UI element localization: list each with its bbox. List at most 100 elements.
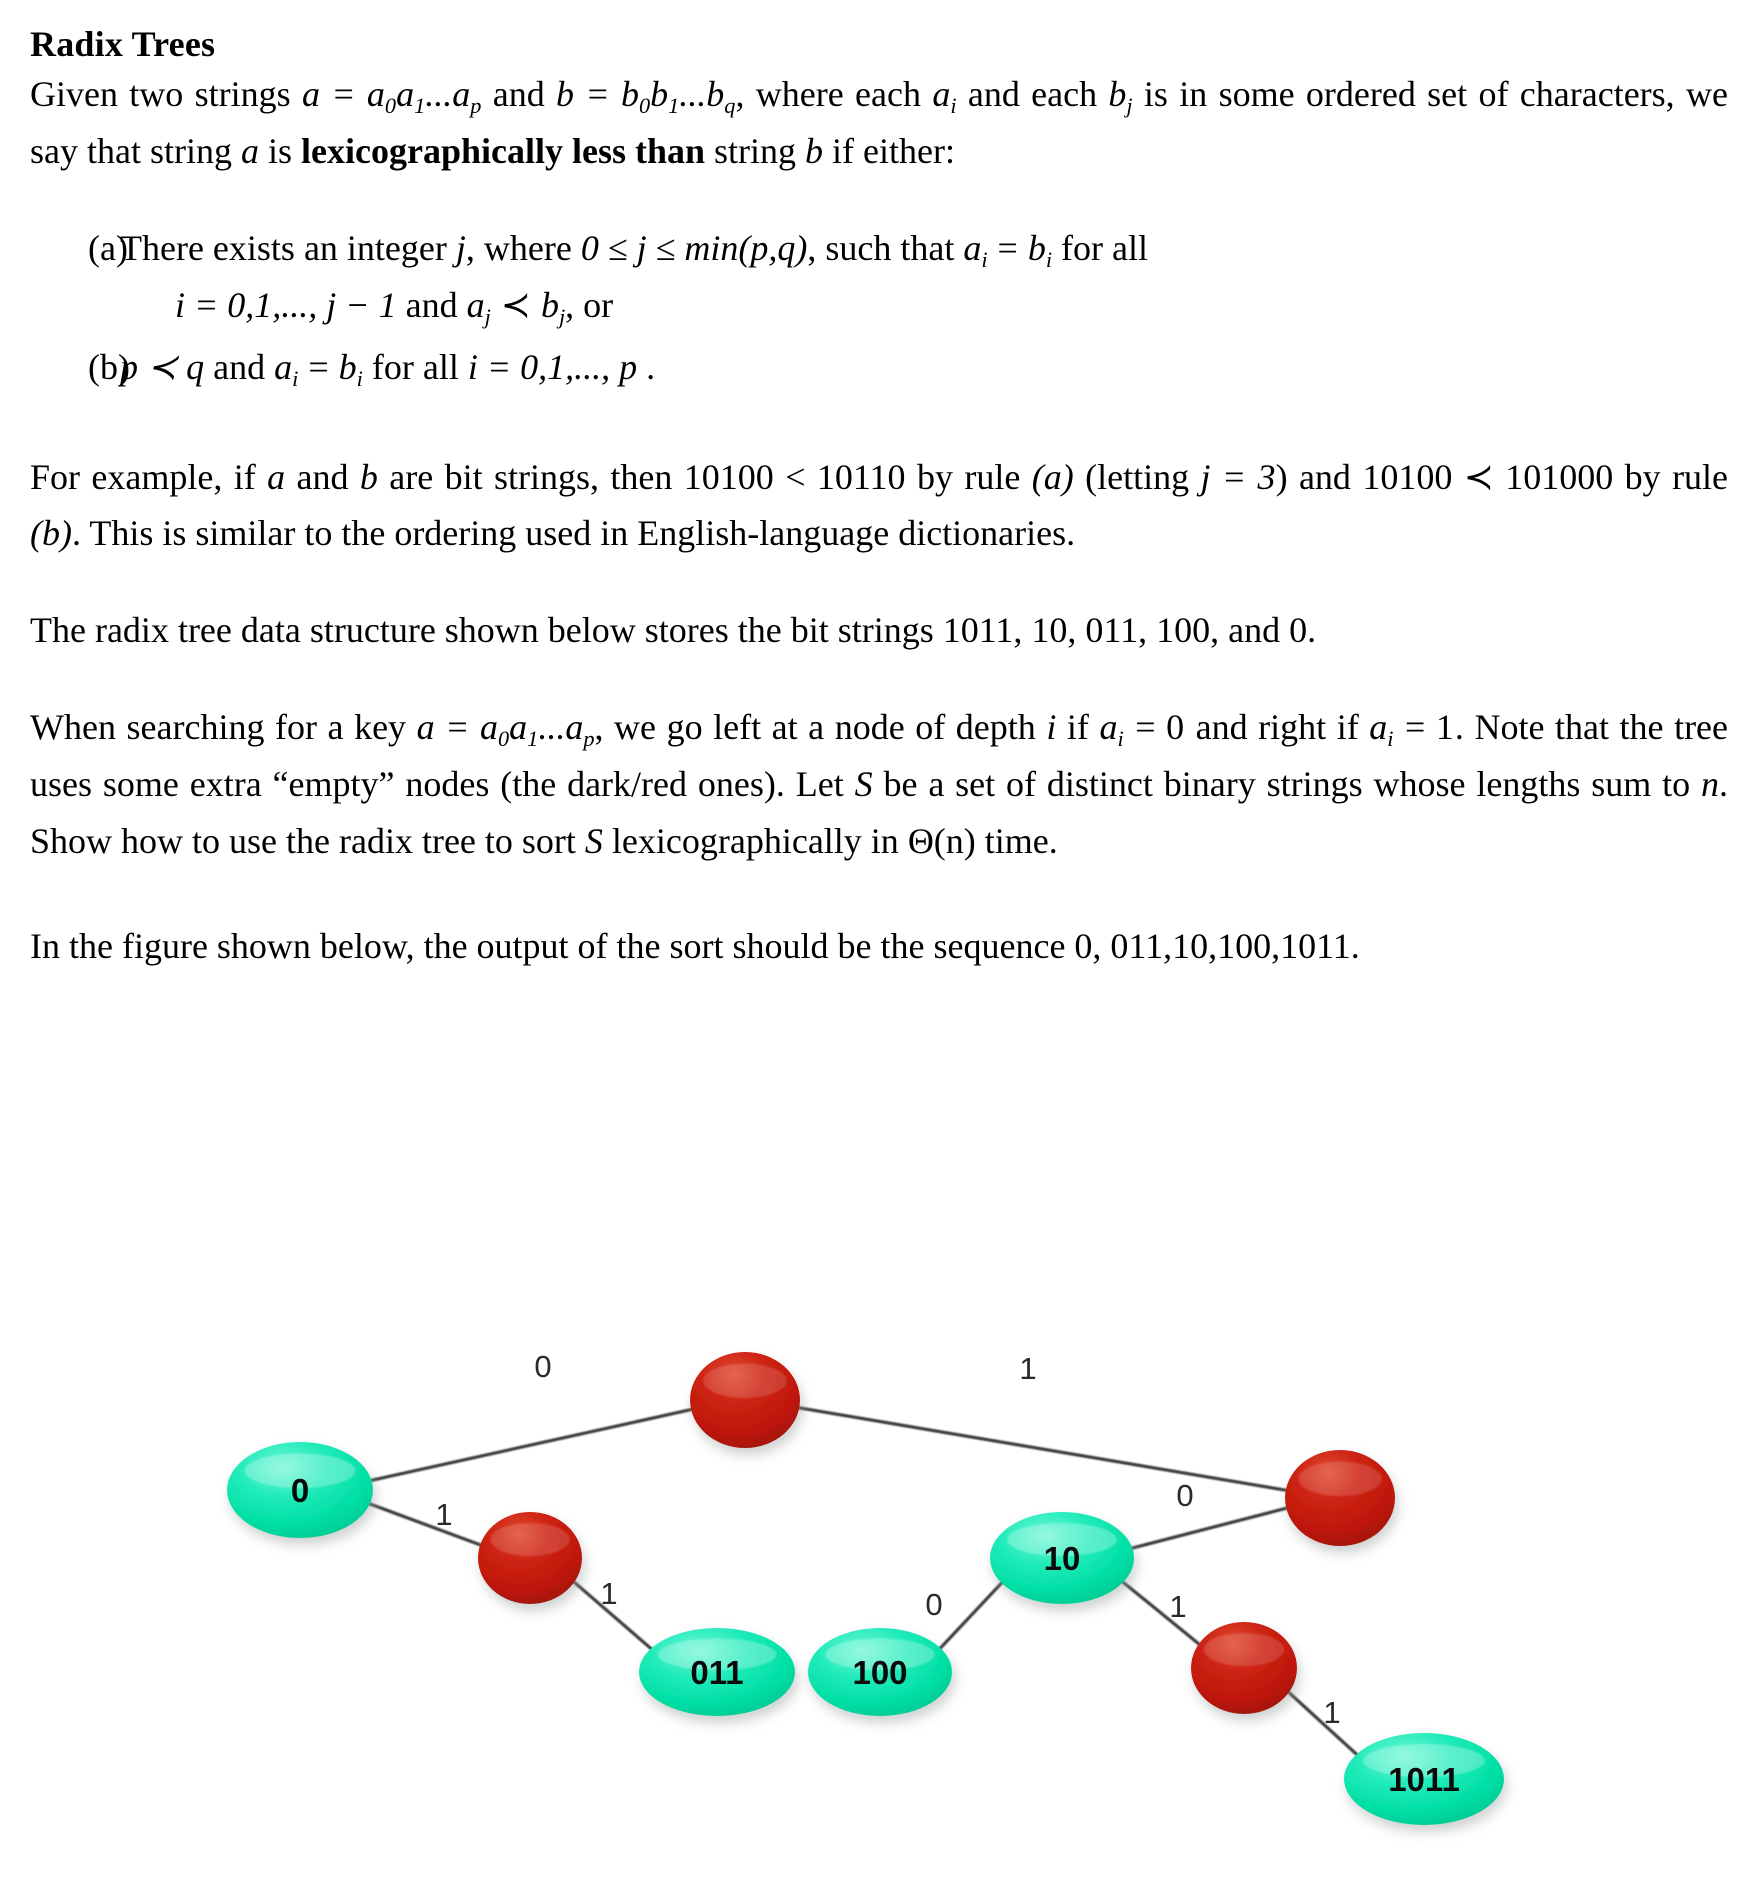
example-var-a: a <box>267 456 286 497</box>
tree-edge-label: 1 <box>1169 1589 1186 1624</box>
eq-a-def: a = a <box>301 74 385 114</box>
search-ai-eq: = 0 <box>1124 707 1185 748</box>
rule-a-text-3: , such that <box>807 227 964 268</box>
rule-b-a: a <box>274 346 293 387</box>
precedes-icon: ≺ <box>491 285 540 326</box>
tree-node-empty[interactable] <box>1285 1450 1395 1546</box>
rule-a-text-2: , where <box>465 227 581 268</box>
rule-b-eq-op: = <box>299 346 338 387</box>
eq-a-dots: ...a <box>425 74 471 114</box>
tree-node-empty[interactable] <box>690 1352 800 1448</box>
example-comparison-1: 10100 < 10110 <box>683 456 906 497</box>
eq-b-dots: ...b <box>679 74 725 114</box>
rule-a-cont-a: a <box>466 285 485 326</box>
search-theta: Θ(n) <box>907 820 976 861</box>
search-text-3: if <box>1056 707 1100 748</box>
eq-a-sub1: 1 <box>414 93 426 119</box>
intro-text-7: string <box>705 130 806 171</box>
rule-a-eq-b: b <box>1027 227 1046 268</box>
rule-item-b: (b) p ≺ q and ai = bi for all i = 0,1,...… <box>30 339 1728 397</box>
intro-text-1: Given two strings <box>30 74 302 114</box>
tree-edge-label: 0 <box>1176 1478 1193 1513</box>
example-paragraph: For example, if a and b are bit strings,… <box>30 449 1728 563</box>
tree-node-label: 0 <box>291 1472 309 1509</box>
eq-b-subq: q <box>724 93 736 119</box>
intro-text-2: and <box>481 74 557 114</box>
tree-node-key[interactable]: 0 <box>227 1442 373 1538</box>
search-text-1: When searching for a key <box>30 707 417 748</box>
rule-item-a: (a) There exists an integer j, where 0 ≤ … <box>30 220 1728 335</box>
radix-tree-figure: 01101011 0 10 011 100 1011 <box>0 1285 1762 1880</box>
stores-paragraph: The radix tree data structure shown belo… <box>30 610 1317 651</box>
intro-text-8: if either: <box>823 130 955 171</box>
search-ai-sub: i <box>1117 726 1124 752</box>
rules-list: (a) There exists an integer j, where 0 ≤ … <box>30 220 1728 397</box>
rule-a-cont-and: and <box>396 285 467 326</box>
example-rule-b: (b) <box>30 513 72 554</box>
example-text-4: by rule <box>905 456 1032 497</box>
node-highlight <box>1203 1633 1285 1667</box>
example-text-7: by rule <box>1613 456 1729 497</box>
node-highlight <box>1298 1461 1382 1497</box>
eq-b-sub1: 1 <box>668 93 680 119</box>
rule-a-var-j: j <box>455 227 466 268</box>
tree-edge <box>1120 1579 1202 1647</box>
radix-tree-svg: 0 1101 0 11 010011 1001011 <box>227 1349 1504 1825</box>
rule-a-eq-a-sub: i <box>981 246 988 272</box>
intro-text-6: is <box>258 130 301 171</box>
example-text-2: and <box>285 456 360 497</box>
node-highlight <box>703 1363 787 1399</box>
search-var-i: i <box>1046 707 1057 748</box>
tree-node-empty[interactable] <box>478 1512 582 1604</box>
rule-a-cont-a-sub: j <box>484 304 491 330</box>
var-a: a <box>240 130 259 171</box>
tree-edge <box>937 1580 1005 1651</box>
tree-node-key[interactable]: 100 <box>808 1628 952 1716</box>
search-var-n: n <box>1701 764 1719 805</box>
tree-node-layer: 010011 1001011 <box>227 1352 1504 1825</box>
tree-node-empty[interactable] <box>1191 1622 1297 1714</box>
search-ai2-eq: = 1 <box>1394 707 1454 748</box>
search-key-a: a = a <box>416 707 499 748</box>
rule-b-pq: p ≺ q <box>120 346 205 387</box>
tree-node-label: 10 <box>1044 1540 1081 1577</box>
search-key-subp: p <box>583 726 595 752</box>
tree-edge-label: 1 <box>435 1497 452 1532</box>
search-text-4: and right if <box>1185 707 1370 748</box>
tree-edge <box>366 1501 484 1547</box>
search-paragraph: When searching for a key a = a0a1...ap, … <box>30 699 1728 870</box>
var-b-j: b <box>1108 74 1127 114</box>
var-b: b <box>805 130 824 171</box>
rule-a-text-1: There exists an integer <box>120 227 456 268</box>
example-letting-j: j = 3 <box>1200 456 1276 497</box>
tree-node-label: 1011 <box>1388 1761 1460 1798</box>
rule-a-label: (a) <box>88 227 128 268</box>
tree-node-key[interactable]: 011 <box>639 1628 795 1716</box>
example-text-8: . This is similar to the ordering used i… <box>71 513 1076 554</box>
search-text-9: time. <box>975 820 1058 861</box>
rule-a-inequality: 0 ≤ j ≤ min(p,q) <box>580 227 808 268</box>
rule-a-eq-op: = <box>988 227 1027 268</box>
eq-a-subp: p <box>470 93 482 119</box>
rule-b-b: b <box>338 346 357 387</box>
search-ai: a <box>1099 707 1118 748</box>
tree-edge-label: 1 <box>1323 1695 1340 1730</box>
tree-node-label: 100 <box>852 1654 907 1691</box>
search-var-S2: S <box>584 820 603 861</box>
tree-edge-label: 0 <box>534 1349 551 1384</box>
tree-edge <box>1128 1506 1290 1551</box>
eq-b-sub0: 0 <box>638 93 651 119</box>
search-text-6: be a set of distinct binary strings whos… <box>872 764 1701 805</box>
tree-node-key[interactable]: 10 <box>990 1512 1134 1604</box>
example-text-5: (letting <box>1073 456 1201 497</box>
eq-b-mid: b <box>650 74 669 114</box>
search-var-S: S <box>854 764 873 805</box>
var-a-i: a <box>932 74 951 114</box>
tree-node-key[interactable]: 1011 <box>1344 1733 1504 1825</box>
rule-b-label: (b) <box>88 346 130 387</box>
rule-a-eq-a: a <box>963 227 982 268</box>
intro-paragraph: Given two strings a = a0a1...ap and b = … <box>30 66 1728 180</box>
search-key-dots: ...a <box>538 707 584 748</box>
